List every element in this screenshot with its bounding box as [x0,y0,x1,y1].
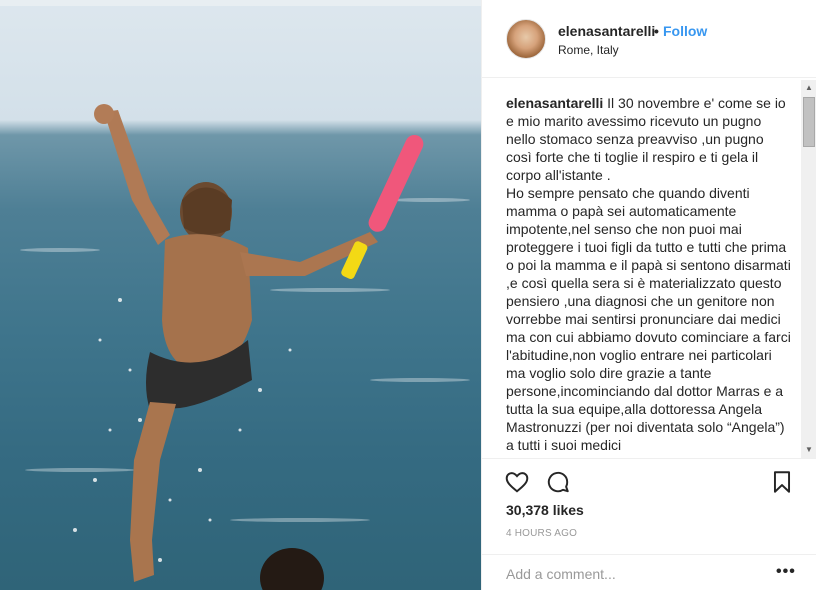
post-header: elenasantarelli • Follow Rome, Italy [482,0,816,78]
caption: elenasantarelli Il 30 novembre e' come s… [506,80,793,454]
heart-icon[interactable] [504,469,530,495]
comment-input[interactable] [506,563,756,585]
post-side-panel: elenasantarelli • Follow Rome, Italy ele… [481,0,816,590]
scroll-down-arrow-icon[interactable]: ▼ [801,442,816,458]
photo-illustration [20,104,470,590]
comment-bubble-icon[interactable] [545,469,571,495]
location-link[interactable]: Rome, Italy [558,43,619,57]
comment-bar: ••• [482,554,816,590]
separator-dot: • [654,23,659,39]
post-timestamp[interactable]: 4 HOURS AGO [506,528,577,539]
post-actions [482,458,816,502]
caption-text: Il 30 novembre e' come se io e mio marit… [506,95,791,453]
post-photo[interactable] [0,0,481,590]
avatar[interactable] [506,19,546,59]
username-link[interactable]: elenasantarelli [558,23,655,39]
bookmark-icon[interactable] [769,469,795,495]
caption-username[interactable]: elenasantarelli [506,95,603,111]
caption-scrollbar[interactable]: ▲ ▼ [801,80,816,458]
caption-scroll-area[interactable]: elenasantarelli Il 30 novembre e' come s… [506,80,793,458]
follow-button[interactable]: Follow [663,23,707,39]
scroll-thumb[interactable] [803,97,815,147]
scroll-up-arrow-icon[interactable]: ▲ [801,80,816,96]
likes-count[interactable]: 30,378 likes [506,502,584,518]
more-options-icon[interactable]: ••• [776,563,796,581]
